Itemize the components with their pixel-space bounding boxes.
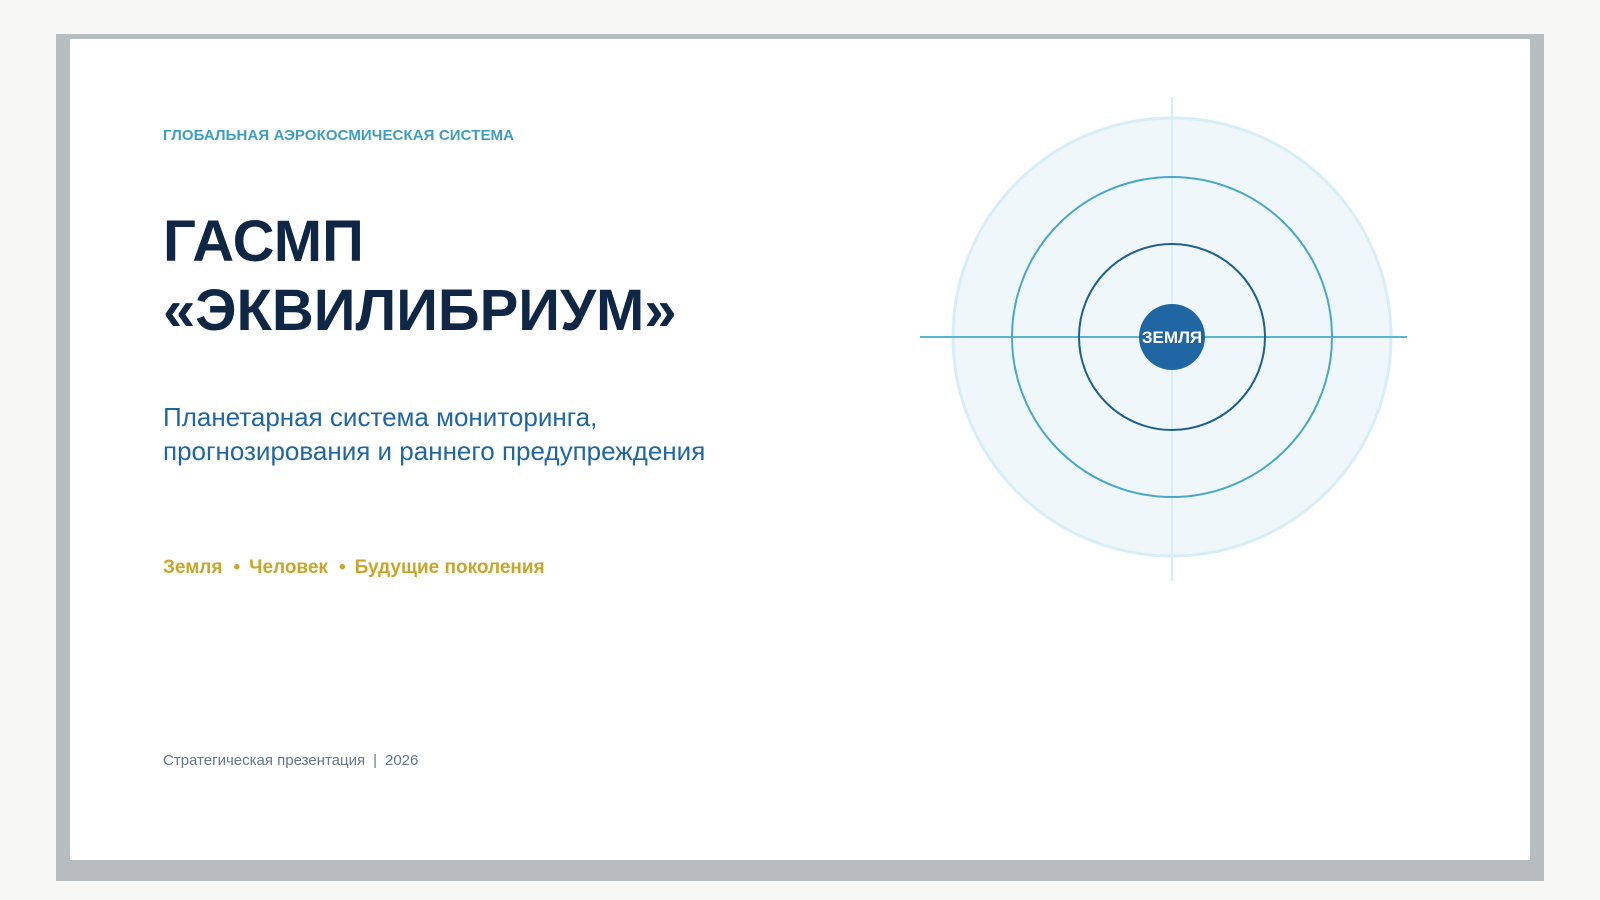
earth-label: ЗЕМЛЯ xyxy=(1142,328,1202,347)
slide-title: ГАСМП «ЭКВИЛИБРИУМ» xyxy=(163,207,677,345)
pillars-tagline: Земля • Человек • Будущие поколения xyxy=(163,557,545,579)
outer-halo-ring xyxy=(951,116,1393,558)
footer-label: Стратегическая презентация xyxy=(163,752,366,769)
slide-footer: Стратегическая презентация | 2026 xyxy=(163,752,418,769)
slide-subtitle: Планетарная система мониторинга, прогноз… xyxy=(163,400,705,468)
slide-frame: ГЛОБАЛЬНАЯ АЭРОКОСМИЧЕСКАЯ СИСТЕМА ГАСМП… xyxy=(56,34,1544,881)
pillar-separator-2: • xyxy=(338,557,346,578)
pillar-separator-1: • xyxy=(233,557,241,578)
title-line-2: «ЭКВИЛИБРИУМ» xyxy=(163,278,677,343)
inner-orbit-ring xyxy=(1078,243,1266,431)
pillar-future-generations: Будущие поколения xyxy=(354,557,545,578)
earth-core xyxy=(1139,304,1205,370)
pillar-earth: Земля xyxy=(163,557,223,578)
footer-separator: | xyxy=(373,752,377,769)
slide-canvas: ГЛОБАЛЬНАЯ АЭРОКОСМИЧЕСКАЯ СИСТЕМА ГАСМП… xyxy=(70,39,1530,860)
subtitle-line-1: Планетарная система мониторинга, xyxy=(163,402,598,432)
pillar-human: Человек xyxy=(249,557,328,578)
title-line-1: ГАСМП xyxy=(163,209,364,274)
subtitle-line-2: прогнозирования и раннего предупреждения xyxy=(163,436,706,466)
footer-year: 2026 xyxy=(385,752,419,769)
middle-orbit-ring xyxy=(1011,176,1333,498)
slide-kicker: ГЛОБАЛЬНАЯ АЭРОКОСМИЧЕСКАЯ СИСТЕМА xyxy=(163,127,515,144)
